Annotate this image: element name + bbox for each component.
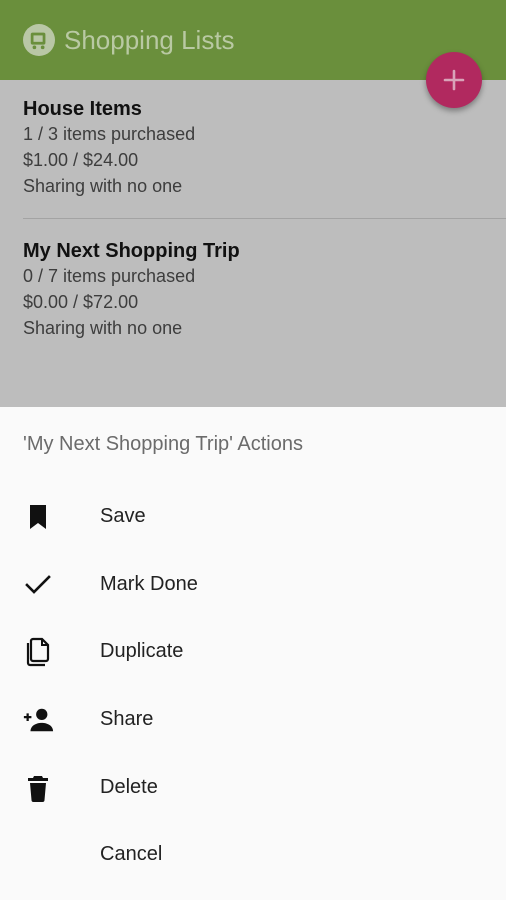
list-purchased-count: 1 / 3 items purchased bbox=[23, 124, 196, 144]
cancel-action[interactable]: Cancel bbox=[0, 823, 506, 887]
list-sharing: Sharing with no one bbox=[23, 176, 183, 196]
list-item-my-next-shopping-trip[interactable]: My Next Shopping Trip 0 / 7 items purcha… bbox=[0, 219, 506, 407]
duplicate-action[interactable]: Duplicate bbox=[0, 620, 506, 684]
list-name: My Next Shopping Trip bbox=[23, 240, 240, 262]
save-label: Save bbox=[100, 505, 146, 527]
mark-done-action[interactable]: Mark Done bbox=[0, 553, 506, 617]
list-name: House Items bbox=[23, 98, 142, 120]
trash-icon bbox=[22, 772, 54, 804]
list-cost: $0.00 / $72.00 bbox=[23, 292, 139, 312]
cancel-label: Cancel bbox=[100, 843, 163, 865]
bookmark-icon bbox=[22, 501, 54, 533]
share-action[interactable]: Share bbox=[0, 688, 506, 752]
list-sharing: Sharing with no one bbox=[23, 318, 183, 338]
person-add-icon bbox=[22, 704, 54, 736]
mark-done-label: Mark Done bbox=[100, 573, 198, 595]
delete-label: Delete bbox=[100, 776, 158, 798]
duplicate-label: Duplicate bbox=[100, 640, 184, 662]
sheet-title: 'My Next Shopping Trip' Actions bbox=[23, 433, 303, 455]
actions-bottom-sheet: 'My Next Shopping Trip' Actions Save Mar… bbox=[0, 407, 506, 900]
check-icon bbox=[22, 569, 54, 601]
list-item-house-items[interactable]: House Items 1 / 3 items purchased $1.00 … bbox=[0, 0, 506, 218]
save-action[interactable]: Save bbox=[0, 485, 506, 549]
copy-document-icon bbox=[22, 636, 54, 668]
list-cost: $1.00 / $24.00 bbox=[23, 150, 139, 170]
delete-action[interactable]: Delete bbox=[0, 756, 506, 820]
list-purchased-count: 0 / 7 items purchased bbox=[23, 266, 196, 286]
share-label: Share bbox=[100, 708, 154, 730]
